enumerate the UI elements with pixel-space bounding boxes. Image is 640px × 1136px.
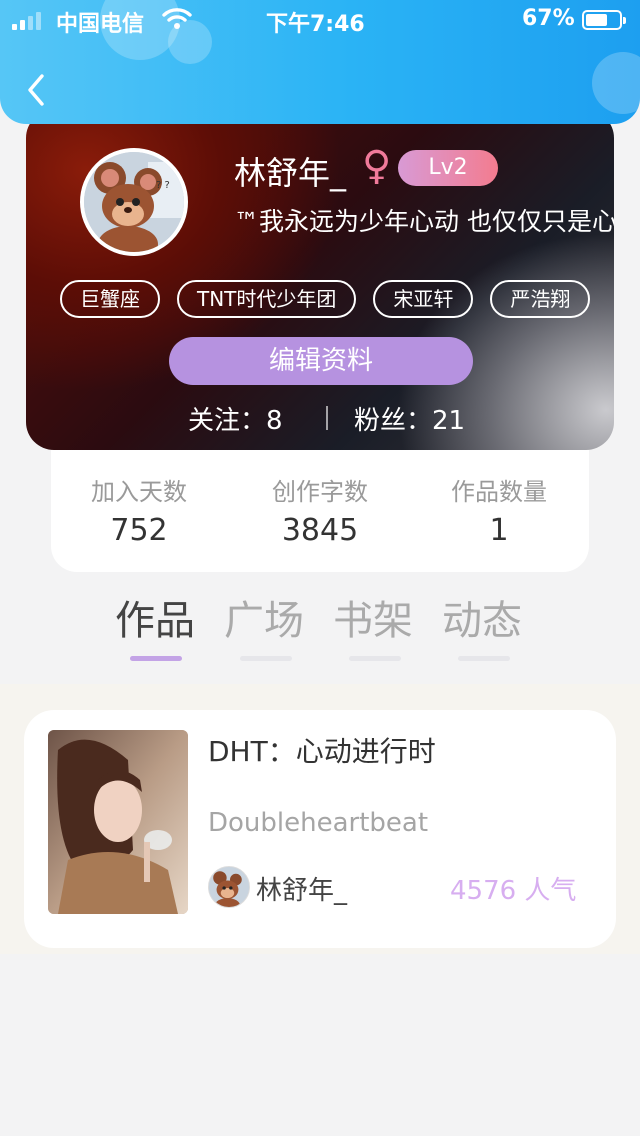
battery-icon [582,10,626,30]
header-bar: 中国电信 下午7:46 67% [0,0,640,124]
female-gender-icon: ♀ [362,143,392,189]
carrier-label: 中国电信 [56,12,145,37]
back-button[interactable] [22,70,52,110]
tab-bar: 作品 广场 书架 动态 [0,588,640,678]
work-popularity: 4576 人气 [450,876,577,906]
following-label: 关注： [188,406,267,436]
stat-value: 3845 [281,513,359,548]
author-avatar [208,866,250,908]
tag-list: 巨蟹座 TNT时代少年团 宋亚轩 严浩翔 [60,280,591,318]
status-bar: 中国电信 下午7:46 67% [0,0,640,40]
tab-bookshelf[interactable]: 书架 [318,588,428,646]
stat-label: 作品数量 [451,478,547,506]
fans-label: 粉丝： [354,406,433,436]
stat-work-count: 作品数量 1 [414,472,584,548]
level-badge: Lv2 [398,150,498,186]
cartoon-mouse-avatar-icon [209,867,249,907]
stat-label: 加入天数 [91,478,187,506]
stats-panel: 加入天数 752 创作字数 3845 作品数量 1 [51,448,589,572]
wifi-icon [162,8,192,29]
tag-item[interactable]: TNT时代少年团 [177,280,357,318]
clock: 下午7:46 [266,12,365,37]
tab-indicator [240,656,292,661]
fans-count[interactable]: 粉丝：21 [354,400,465,437]
work-card[interactable]: DHT：心动进行时 Doubleheartbeat 林舒年_ 4576 人气 [24,710,616,948]
tab-activity[interactable]: 动态 [427,588,537,646]
following-value: 8 [266,406,283,436]
fans-value: 21 [432,406,466,436]
tab-indicator [349,656,401,661]
tab-works[interactable]: 作品 [100,588,210,646]
work-subtitle: Doubleheartbeat [208,808,429,838]
decorative-bubble [592,52,640,114]
work-cover-image [48,730,188,914]
stat-label: 创作字数 [272,478,368,506]
portrait-photo-icon [48,730,188,914]
tag-item[interactable]: 巨蟹座 [60,280,160,318]
profile-username: 林舒年_ [234,154,347,192]
tag-item[interactable]: 严浩翔 [490,280,591,318]
following-count[interactable]: 关注：8 [188,400,283,437]
stat-word-count: 创作字数 3845 [235,472,405,548]
profile-bio: ™我永远为少年心动 也仅仅只是心动 [234,207,614,236]
cartoon-mouse-avatar-icon: ? ? [84,152,184,252]
work-author: 林舒年_ [256,876,348,906]
svg-text:? ?: ? ? [156,180,170,191]
tab-square[interactable]: 广场 [209,588,319,646]
avatar[interactable]: ? ? [80,148,188,256]
tab-indicator [458,656,510,661]
divider [326,406,328,430]
work-title: DHT：心动进行时 [208,735,436,768]
edit-profile-button[interactable]: 编辑资料 [169,337,473,385]
tag-item[interactable]: 宋亚轩 [373,280,474,318]
profile-card: ? ? 林舒年_ ♀ Lv2 ™我永远为少年心动 也仅仅只是心动 巨蟹座 TNT… [26,110,614,450]
signal-icon [12,10,41,30]
stat-value: 752 [110,513,168,548]
tab-indicator-active [130,656,182,661]
stat-value: 1 [489,513,509,548]
stat-join-days: 加入天数 752 [54,472,224,548]
battery-percentage: 67% [522,6,575,31]
